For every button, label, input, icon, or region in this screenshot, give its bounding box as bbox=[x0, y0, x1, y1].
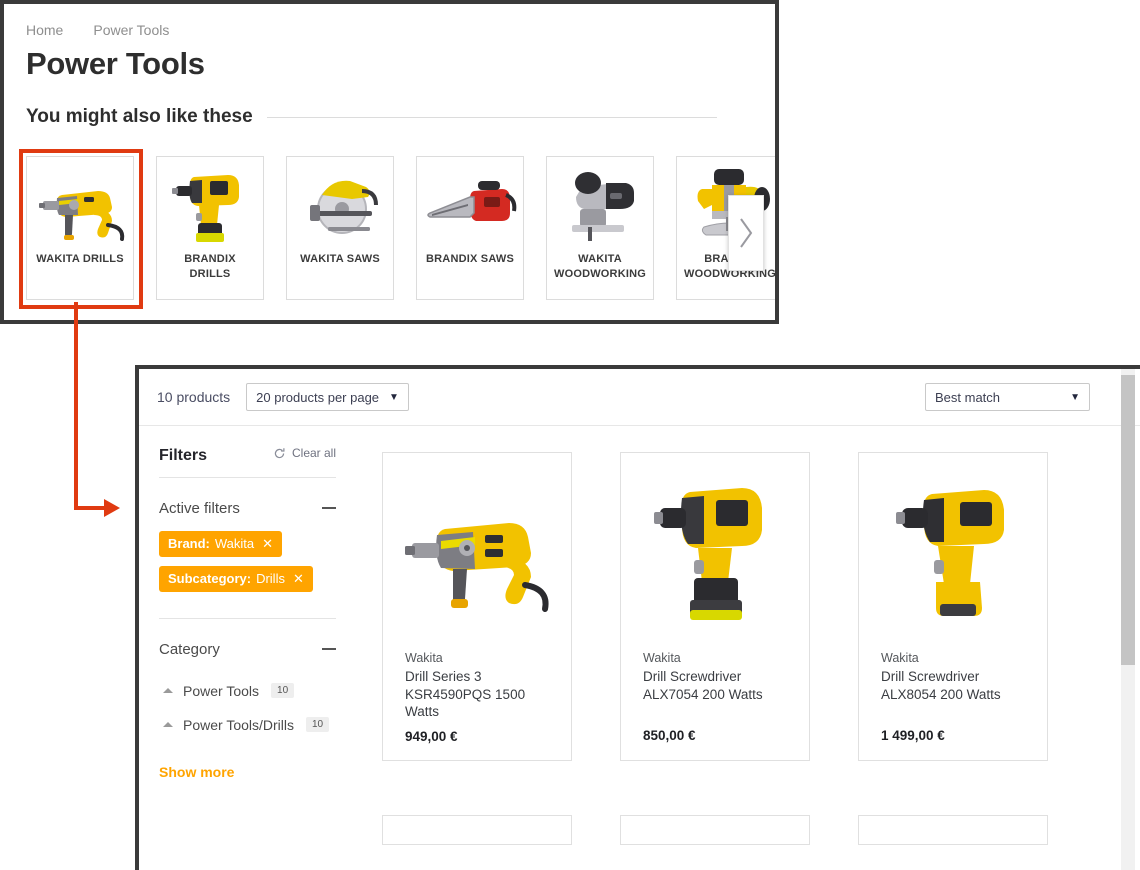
close-icon[interactable]: ✕ bbox=[293, 571, 304, 587]
circular-saw-photo bbox=[287, 157, 393, 252]
category-tile-label: BRANDIX SAWS bbox=[426, 253, 514, 265]
refresh-icon bbox=[274, 447, 285, 458]
product-list-page: 10 products 20 products per page ▼ Best … bbox=[139, 369, 1140, 870]
product-card[interactable]: Wakita Drill Screwdriver ALX8054 200 Wat… bbox=[858, 452, 1048, 761]
product-grid: Wakita Drill Series 3 KSR4590PQS 1500 Wa… bbox=[382, 452, 1140, 870]
product-name[interactable]: Drill Screwdriver ALX8054 200 Watts bbox=[881, 668, 1025, 720]
product-card[interactable] bbox=[620, 814, 810, 845]
sort-control: Best match ▼ bbox=[925, 383, 1090, 411]
product-brand: Wakita bbox=[643, 651, 681, 665]
filters-divider bbox=[159, 476, 336, 478]
screenshot-stage: Home Power Tools Power Tools You might a… bbox=[0, 0, 1140, 870]
category-tile-label: WAKITA SAWS bbox=[300, 253, 380, 265]
category-tile-wakita-woodworking[interactable]: WAKITA WOODWORKING bbox=[546, 156, 654, 300]
scrollbar-thumb[interactable] bbox=[1121, 375, 1135, 665]
show-more-button[interactable]: Show more bbox=[159, 764, 336, 780]
product-card[interactable] bbox=[382, 814, 572, 845]
per-page-select[interactable]: 20 products per page ▼ bbox=[246, 383, 409, 411]
product-price: 850,00 € bbox=[643, 728, 696, 743]
cordless-drill-photo bbox=[621, 453, 809, 647]
product-list-panel: 10 products 20 products per page ▼ Best … bbox=[135, 365, 1140, 870]
product-count-label: 10 products bbox=[157, 389, 231, 405]
product-card-body: Wakita Drill Series 3 KSR4590PQS 1500 Wa… bbox=[383, 647, 571, 760]
category-carousel-panel: Home Power Tools Power Tools You might a… bbox=[0, 0, 779, 324]
filter-chip-brand[interactable]: Brand: Wakita ✕ bbox=[159, 530, 283, 557]
chip-key: Brand: bbox=[168, 536, 210, 551]
product-brand: Wakita bbox=[881, 651, 919, 665]
category-filter-name: Power Tools bbox=[183, 682, 260, 699]
section-divider bbox=[266, 116, 717, 118]
clear-all-label: Clear all bbox=[291, 446, 336, 460]
product-card[interactable]: Wakita Drill Series 3 KSR4590PQS 1500 Wa… bbox=[382, 452, 572, 761]
caret-up-icon[interactable] bbox=[163, 722, 173, 727]
breadcrumb-item-home[interactable]: Home bbox=[26, 22, 93, 38]
chevron-right-icon bbox=[740, 218, 753, 248]
category-tile-wakita-saws[interactable]: WAKITA SAWS bbox=[286, 156, 394, 300]
chip-value: Drills bbox=[256, 571, 285, 586]
jigsaw-photo bbox=[547, 157, 653, 252]
filters-sidebar: Filters Clear all Active filters Brand: … bbox=[139, 426, 354, 870]
per-page-value: 20 products per page bbox=[256, 389, 380, 405]
category-tile-label: WAKITA DRILLS bbox=[36, 253, 124, 265]
category-filter-title: Category bbox=[159, 640, 220, 658]
sort-value: Best match bbox=[935, 389, 1001, 405]
category-tile-wakita-drills[interactable]: WAKITA DRILLS bbox=[19, 149, 143, 309]
category-filter-name: Power Tools/Drills bbox=[183, 716, 294, 733]
plp-body: Filters Clear all Active filters Brand: … bbox=[139, 426, 1140, 870]
active-filter-chips: Brand: Wakita ✕ Subcategory: Drills ✕ bbox=[159, 530, 336, 592]
product-card[interactable]: Wakita Drill Screwdriver ALX7054 200 Wat… bbox=[620, 452, 810, 761]
recommendations-header: You might also like these bbox=[26, 106, 775, 128]
filters-divider-2 bbox=[159, 617, 336, 619]
caret-up-icon[interactable] bbox=[163, 688, 173, 693]
product-card-body: Wakita Drill Screwdriver ALX7054 200 Wat… bbox=[621, 647, 809, 759]
category-tile-label: BRANDIX DRILLS bbox=[184, 253, 236, 280]
breadcrumb: Home Power Tools bbox=[26, 22, 775, 38]
plp-toolbar: 10 products 20 products per page ▼ Best … bbox=[139, 369, 1140, 426]
page-title: Power Tools bbox=[26, 46, 205, 81]
active-filters-header[interactable]: Active filters bbox=[159, 500, 336, 517]
breadcrumb-item-power-tools[interactable]: Power Tools bbox=[93, 22, 169, 38]
cordless-drill-yellow-photo bbox=[859, 453, 1047, 647]
chip-key: Subcategory: bbox=[168, 571, 252, 586]
filter-chip-subcategory[interactable]: Subcategory: Drills ✕ bbox=[159, 565, 313, 592]
category-filter-item-power-tools[interactable]: Power Tools 10 bbox=[159, 674, 336, 708]
chevron-down-icon: ▼ bbox=[1070, 391, 1080, 403]
product-card[interactable] bbox=[858, 814, 1048, 845]
clear-all-button[interactable]: Clear all bbox=[273, 446, 336, 460]
chip-value: Wakita bbox=[214, 536, 255, 551]
category-filter-list: Power Tools 10 Power Tools/Drills 10 bbox=[159, 674, 336, 742]
close-icon[interactable]: ✕ bbox=[262, 536, 273, 552]
category-filter-count: 10 bbox=[271, 683, 295, 698]
category-tile-brandix-saws[interactable]: BRANDIX SAWS bbox=[416, 156, 524, 300]
minus-icon[interactable] bbox=[322, 507, 336, 509]
product-brand: Wakita bbox=[405, 651, 443, 665]
product-card-body: Wakita Drill Screwdriver ALX8054 200 Wat… bbox=[859, 647, 1047, 759]
chevron-down-icon: ▼ bbox=[389, 391, 399, 403]
category-tile-list: WAKITA DRILLS BRANDIX DRILLS WAKITA SAWS… bbox=[19, 149, 775, 309]
hammer-drill-photo bbox=[383, 453, 571, 647]
sort-select[interactable]: Best match ▼ bbox=[925, 383, 1090, 411]
chainsaw-photo bbox=[417, 157, 523, 252]
product-name[interactable]: Drill Series 3 KSR4590PQS 1500 Watts bbox=[405, 668, 549, 721]
active-filters-title: Active filters bbox=[159, 499, 240, 517]
product-price: 949,00 € bbox=[405, 728, 458, 744]
category-tile-label: WAKITA WOODWORKING bbox=[553, 253, 647, 280]
category-filter-count: 10 bbox=[306, 717, 330, 732]
minus-icon[interactable] bbox=[322, 648, 336, 650]
filters-header: Filters Clear all bbox=[159, 446, 336, 465]
section-title: You might also like these bbox=[26, 106, 253, 127]
vertical-scrollbar[interactable] bbox=[1121, 369, 1135, 870]
category-filter-header[interactable]: Category bbox=[159, 641, 336, 658]
product-price: 1 499,00 € bbox=[881, 728, 945, 743]
product-grid-area: Wakita Drill Series 3 KSR4590PQS 1500 Wa… bbox=[354, 426, 1140, 870]
cordless-drill-photo bbox=[157, 157, 263, 252]
hammer-drill-photo bbox=[27, 157, 133, 252]
category-filter-item-power-tools-drills[interactable]: Power Tools/Drills 10 bbox=[159, 708, 336, 742]
product-name[interactable]: Drill Screwdriver ALX7054 200 Watts bbox=[643, 668, 787, 720]
category-tile-brandix-drills[interactable]: BRANDIX DRILLS bbox=[156, 156, 264, 300]
carousel-next-button[interactable] bbox=[728, 195, 764, 271]
filters-title: Filters bbox=[159, 446, 208, 464]
